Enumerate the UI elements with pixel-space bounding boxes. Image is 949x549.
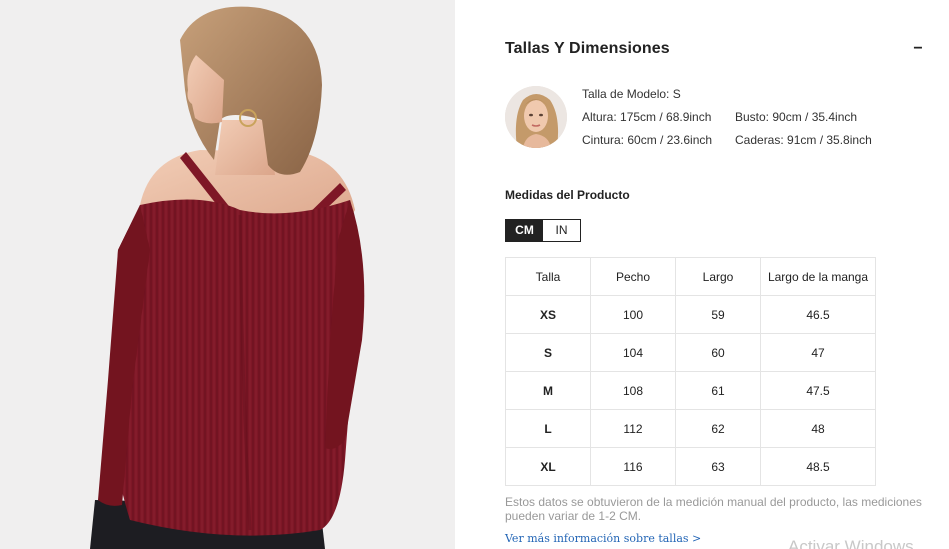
model-bust: Busto: 90cm / 35.4inch: [735, 110, 858, 124]
table-row: L 112 62 48: [505, 409, 876, 448]
unit-cm-button[interactable]: CM: [506, 220, 543, 241]
measurements-title: Medidas del Producto: [505, 188, 630, 202]
size-table: Talla Pecho Largo Largo de la manga XS 1…: [505, 257, 876, 486]
unit-toggle: CM IN: [505, 219, 581, 242]
cell-length: 63: [675, 447, 761, 486]
table-row: XS 100 59 46.5: [505, 295, 876, 334]
cell-sleeve: 48: [760, 409, 876, 448]
cell-size: M: [505, 371, 591, 410]
cell-size: XL: [505, 447, 591, 486]
table-row: XL 116 63 48.5: [505, 447, 876, 486]
table-header-row: Talla Pecho Largo Largo de la manga: [505, 257, 876, 296]
windows-activation-watermark: Activar Windows: [788, 537, 914, 549]
model-avatar: [505, 86, 567, 148]
cell-chest: 116: [590, 447, 676, 486]
cell-size: XS: [505, 295, 591, 334]
cell-chest: 112: [590, 409, 676, 448]
model-size: Talla de Modelo: S: [582, 87, 681, 101]
cell-length: 60: [675, 333, 761, 372]
section-title: Tallas Y Dimensiones: [505, 40, 670, 57]
model-avatar-illustration: [505, 86, 567, 148]
measurement-disclaimer: Estos datos se obtuvieron de la medición…: [505, 495, 922, 523]
model-waist: Cintura: 60cm / 23.6inch: [582, 133, 713, 147]
header-sleeve-length: Largo de la manga: [760, 257, 876, 296]
table-row: M 108 61 47.5: [505, 371, 876, 410]
more-size-info-link[interactable]: Ver más información sobre tallas >: [505, 532, 701, 545]
model-height: Altura: 175cm / 68.9inch: [582, 110, 712, 124]
unit-in-button[interactable]: IN: [543, 220, 580, 241]
cell-length: 59: [675, 295, 761, 334]
cell-sleeve: 47: [760, 333, 876, 372]
cell-size: S: [505, 333, 591, 372]
table-row: S 104 60 47: [505, 333, 876, 372]
model-hips: Caderas: 91cm / 35.8inch: [735, 133, 872, 147]
cell-sleeve: 46.5: [760, 295, 876, 334]
product-photo: [0, 0, 455, 549]
cell-chest: 108: [590, 371, 676, 410]
header-length: Largo: [675, 257, 761, 296]
cell-size: L: [505, 409, 591, 448]
cell-sleeve: 48.5: [760, 447, 876, 486]
header-chest: Pecho: [590, 257, 676, 296]
cell-length: 61: [675, 371, 761, 410]
cell-length: 62: [675, 409, 761, 448]
product-photo-illustration: [0, 0, 455, 549]
cell-sleeve: 47.5: [760, 371, 876, 410]
cell-chest: 104: [590, 333, 676, 372]
size-panel: Tallas Y Dimensiones − Talla de Modelo: …: [455, 0, 949, 549]
model-info: Talla de Modelo: S Altura: 175cm / 68.9i…: [582, 86, 872, 155]
minus-icon[interactable]: −: [911, 41, 925, 57]
header-size: Talla: [505, 257, 591, 296]
cell-chest: 100: [590, 295, 676, 334]
